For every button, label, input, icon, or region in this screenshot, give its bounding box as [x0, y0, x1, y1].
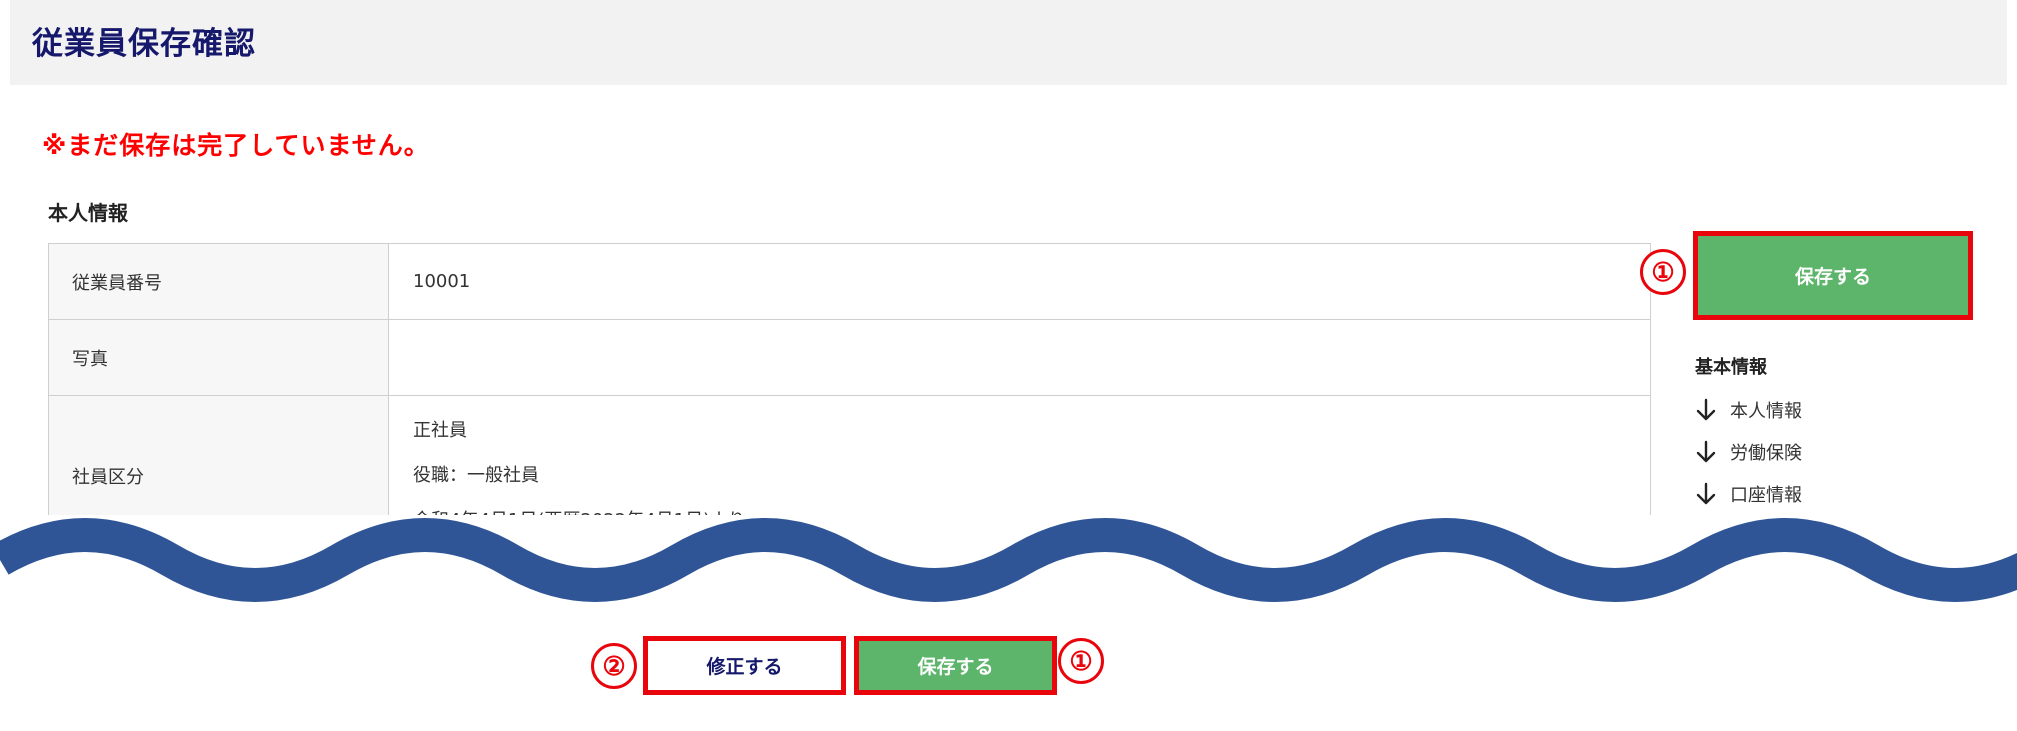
side-nav: 基本情報 本人情報 労働保険 口座情報	[1695, 353, 1935, 515]
marker-1-badge: ①	[1640, 249, 1686, 295]
row-value-employee-number: 10001	[388, 243, 1651, 320]
side-nav-item-label: 労働保険	[1730, 443, 1802, 464]
side-nav-title: 基本情報	[1695, 357, 1767, 378]
marker-2-badge: ②	[591, 643, 637, 689]
arrow-down-icon	[1696, 482, 1716, 505]
table-row: 従業員番号 10001	[48, 243, 1651, 320]
table-row: 写真	[48, 319, 1651, 396]
side-nav-item-bank-account[interactable]: 口座情報	[1695, 473, 1935, 515]
section-title: 本人情報	[48, 201, 128, 225]
arrow-down-icon	[1696, 398, 1716, 421]
wave-divider	[0, 515, 2017, 602]
employee-number-value: 10001	[413, 271, 471, 292]
save-button-bottom[interactable]: 保存する	[854, 636, 1057, 695]
arrow-down-icon	[1696, 440, 1716, 463]
side-nav-item-labor-insurance[interactable]: 労働保険	[1695, 431, 1935, 473]
unsaved-warning: ※まだ保存は完了していません。	[42, 131, 430, 160]
row-label-employee-number: 従業員番号	[48, 243, 389, 320]
save-button-top[interactable]: 保存する	[1693, 231, 1973, 320]
side-nav-item-personal-info[interactable]: 本人情報	[1695, 389, 1935, 431]
edit-button[interactable]: 修正する	[643, 636, 846, 695]
side-nav-item-label: 本人情報	[1730, 401, 1802, 422]
employee-type-value: 正社員	[413, 420, 467, 441]
employee-info-table: 従業員番号 10001 写真 社員区分 正社員 役職：一般社員 令和4年4月1日…	[48, 243, 1651, 556]
page-title: 従業員保存確認	[32, 26, 256, 62]
row-label-photo: 写真	[48, 319, 389, 396]
page-header: 従業員保存確認	[10, 0, 2007, 85]
row-value-photo	[388, 319, 1651, 396]
marker-1-badge: ①	[1058, 638, 1104, 684]
side-nav-item-label: 口座情報	[1730, 485, 1802, 506]
position-value: 役職：一般社員	[413, 465, 539, 486]
